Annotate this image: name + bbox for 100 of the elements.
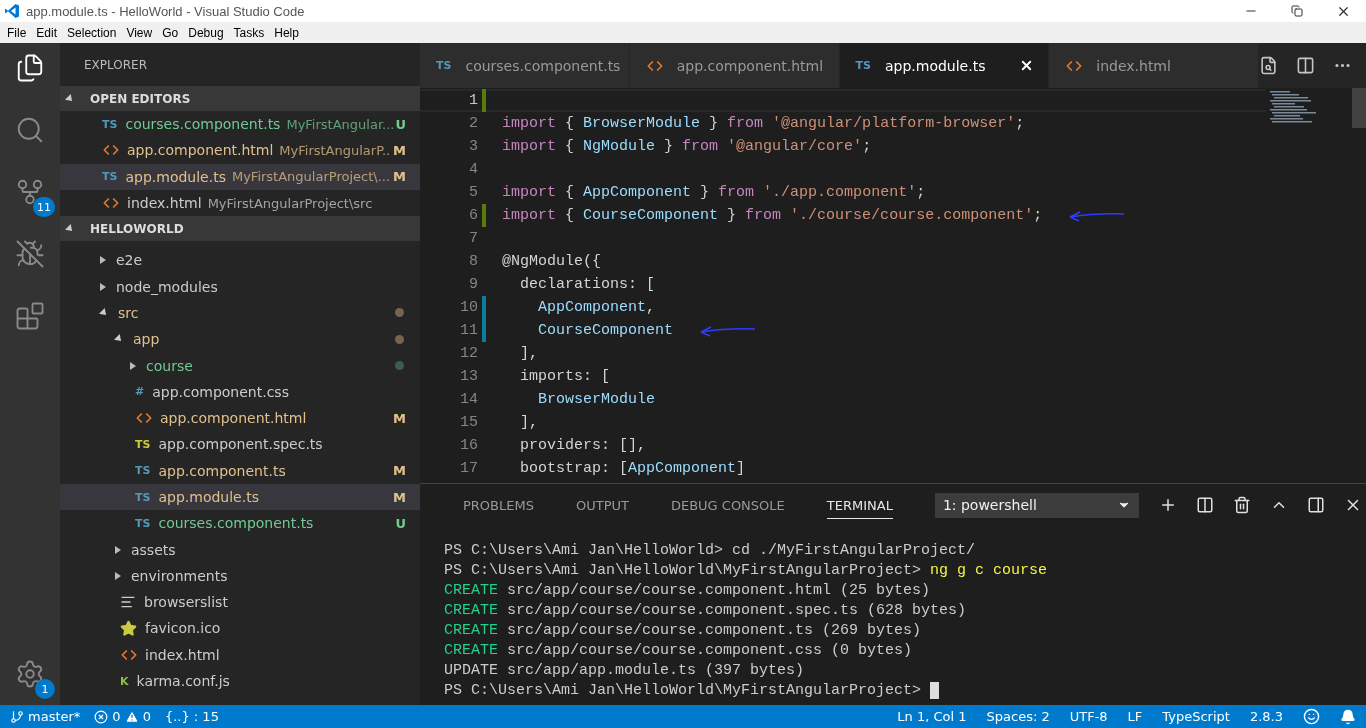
folder-row[interactable]: app: [60, 326, 420, 353]
error-icon: [94, 709, 109, 724]
section-header[interactable]: HELLOWORLD: [60, 216, 420, 242]
panel-layout-icon[interactable]: [1306, 496, 1325, 514]
line-number: 12: [459, 345, 478, 362]
folder-row[interactable]: e2e: [60, 247, 420, 274]
terminal-select[interactable]: 1: powershell: [934, 492, 1139, 518]
file-type-icon: TS: [102, 170, 118, 184]
file-row[interactable]: browserslist: [60, 589, 420, 616]
trash-icon[interactable]: [1232, 496, 1251, 514]
error-count[interactable]: 0: [112, 709, 121, 724]
status-item[interactable]: TypeScript: [1162, 709, 1230, 724]
twisty-icon[interactable]: [115, 571, 121, 580]
folder-name: assets: [131, 541, 176, 558]
file-row[interactable]: favicon.ico: [60, 615, 420, 642]
split-editor-icon[interactable]: [1296, 56, 1315, 75]
file-name: app.component.ts: [158, 462, 286, 479]
editor-tab[interactable]: index.html: [1049, 43, 1259, 88]
terminal-prompt: PS C:\Users\Ami Jan\HelloWorld>: [444, 541, 724, 559]
git-status: U: [395, 515, 406, 531]
blocks-icon[interactable]: [15, 301, 45, 331]
file-name: app.component.css: [152, 383, 289, 400]
file-type-icon: TS: [102, 117, 118, 131]
terminal-output: src/app/course/course.component.css (0 bytes): [507, 641, 913, 659]
file-row[interactable]: TS app.component.ts M: [60, 457, 420, 484]
scrollbar-thumb[interactable]: [1352, 88, 1366, 128]
file-name: favicon.ico: [145, 620, 221, 637]
status-item[interactable]: Spaces: 2: [986, 709, 1050, 724]
folder-row[interactable]: assets: [60, 536, 420, 563]
file-row[interactable]: TS app.component.spec.ts: [60, 431, 420, 458]
bug-icon[interactable]: [15, 239, 45, 269]
menu-item[interactable]: File: [2, 25, 32, 40]
open-editor-row[interactable]: index.html MyFirstAngularProject\src: [60, 189, 420, 217]
status-item[interactable]: Ln 1, Col 1: [897, 709, 967, 724]
branch-icon: [10, 709, 24, 724]
folder-name: src: [118, 304, 139, 321]
folder-row[interactable]: course: [60, 352, 420, 379]
terminal-output: src/app/app.module.ts (397 bytes): [507, 661, 805, 679]
line-number: 16: [459, 437, 478, 454]
twisty-icon[interactable]: [130, 361, 136, 370]
section-header[interactable]: OPEN EDITORS: [60, 86, 420, 111]
editor-tab[interactable]: TS courses.component.ts: [420, 43, 630, 88]
warning-count[interactable]: 0: [142, 709, 151, 724]
menu-item[interactable]: Help: [269, 25, 304, 40]
menu-item[interactable]: Go: [157, 25, 184, 40]
file-path: MyFirstAngular...: [286, 116, 395, 132]
folder-row[interactable]: node_modules: [60, 273, 420, 300]
panel-tab[interactable]: OUTPUT: [575, 491, 629, 519]
menu-item[interactable]: View: [121, 25, 158, 40]
search-icon[interactable]: [15, 115, 45, 145]
panel-tab[interactable]: TERMINAL: [826, 491, 893, 519]
menu-item[interactable]: Selection: [62, 25, 122, 40]
panel-tab[interactable]: PROBLEMS: [463, 491, 534, 519]
sidebar-title: EXPLORER: [83, 56, 148, 74]
bell-icon[interactable]: [1340, 708, 1356, 725]
menu-item[interactable]: Tasks: [228, 25, 270, 40]
terminal-action: CREATE: [444, 621, 498, 639]
branch-status[interactable]: master*: [10, 709, 81, 724]
status-item[interactable]: {..} : 15: [164, 709, 219, 724]
twisty-icon[interactable]: [100, 256, 106, 265]
status-item[interactable]: 2.8.3: [1249, 709, 1283, 724]
menu-item[interactable]: Edit: [31, 25, 63, 40]
line-number: 3: [468, 138, 478, 155]
twisty-icon[interactable]: [100, 282, 106, 291]
folder-name: environments: [131, 567, 228, 584]
status-item[interactable]: UTF-8: [1069, 709, 1108, 724]
file-row[interactable]: TS courses.component.ts U: [60, 510, 420, 537]
warning-icon: [124, 709, 139, 724]
panel-tab[interactable]: DEBUG CONSOLE: [670, 491, 785, 519]
line-number: 10: [459, 299, 478, 316]
file-path: MyFirstAngularProject\src: [207, 195, 373, 211]
restore-icon[interactable]: [1291, 5, 1303, 17]
file-row[interactable]: TS app.module.ts M: [60, 483, 420, 511]
open-editor-row[interactable]: TS courses.component.ts MyFirstAngular...U: [60, 111, 420, 138]
open-editor-row[interactable]: app.component.html MyFirstAngularP.. M: [60, 137, 420, 164]
code-line: import { AppComponent } from './app.component';: [502, 184, 926, 201]
folder-row[interactable]: src: [60, 299, 420, 327]
code-line: CourseComponent: [537, 322, 674, 339]
file-name: index.html: [127, 195, 202, 212]
line-number: 6: [468, 207, 478, 224]
editor-tab[interactable]: app.component.html: [629, 43, 840, 88]
editor-tab[interactable]: TS app.module.ts: [839, 43, 1050, 88]
split-icon[interactable]: [1195, 496, 1214, 514]
status-item[interactable]: LF: [1127, 709, 1143, 724]
file-row[interactable]: app.component.html M: [60, 404, 420, 432]
file-name: karma.conf.js: [136, 673, 230, 690]
menu-item[interactable]: Debug: [183, 25, 229, 40]
twisty-icon[interactable]: [115, 545, 121, 554]
files-icon[interactable]: [15, 53, 45, 83]
folder-row[interactable]: environments: [60, 562, 420, 590]
git-status: M: [393, 410, 406, 426]
smiley-icon[interactable]: [1303, 708, 1320, 725]
file-row[interactable]: # app.component.css: [60, 378, 420, 405]
folder-name: node_modules: [116, 278, 218, 295]
code-line: import { BrowserModule } from '@angular/platform-browser';: [502, 115, 1025, 132]
open-editor-row[interactable]: TS app.module.ts MyFirstAngularProject\... M: [60, 163, 420, 190]
terminal-action: CREATE: [444, 641, 498, 659]
search-file-icon[interactable]: [1259, 56, 1278, 75]
file-row[interactable]: index.html: [60, 641, 420, 668]
file-row[interactable]: K karma.conf.js: [60, 667, 420, 695]
